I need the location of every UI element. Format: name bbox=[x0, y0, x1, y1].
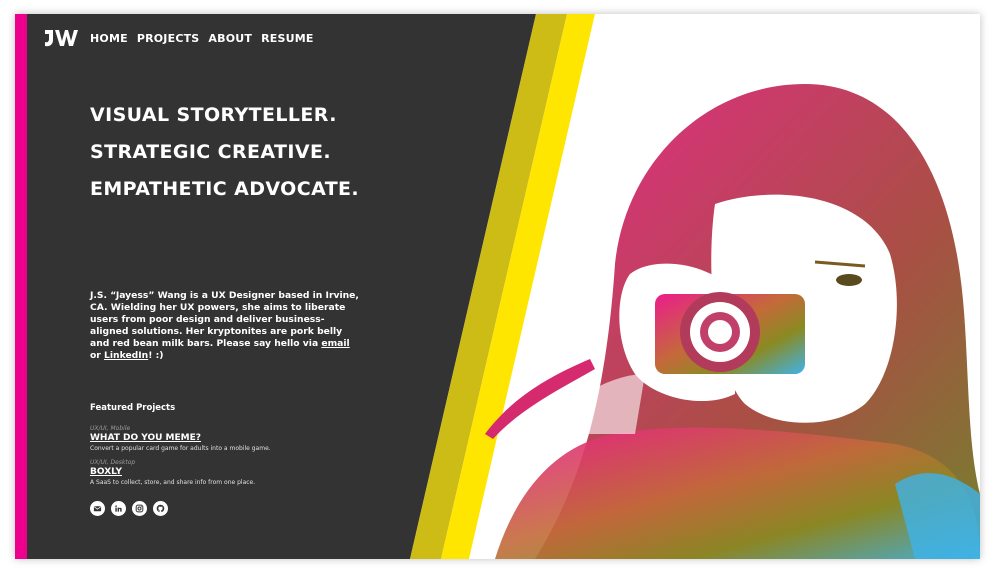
nav-home[interactable]: HOME bbox=[90, 32, 128, 45]
featured-title: Featured Projects bbox=[90, 403, 176, 413]
tagline-line-2: STRATEGIC CREATIVE. bbox=[90, 141, 331, 163]
bio-text: J.S. “Jayess” Wang is a UX Designer base… bbox=[90, 290, 359, 349]
email-icon[interactable] bbox=[90, 501, 105, 516]
social-links bbox=[90, 501, 174, 516]
featured-projects: Featured Projects UX/UI, Mobile WHAT DO … bbox=[90, 403, 370, 493]
bio-ending: ! :) bbox=[148, 350, 164, 361]
nav-about[interactable]: ABOUT bbox=[208, 32, 252, 45]
github-icon[interactable] bbox=[153, 501, 168, 516]
logo[interactable] bbox=[43, 28, 79, 48]
linkedin-link[interactable]: LinkedIn bbox=[104, 350, 148, 361]
tagline-line-1: VISUAL STORYTELLER. bbox=[90, 104, 337, 126]
project-description: Convert a popular card game for adults i… bbox=[90, 445, 271, 452]
project-link[interactable]: BOXLY bbox=[90, 467, 370, 478]
bio-paragraph: J.S. “Jayess” Wang is a UX Designer base… bbox=[90, 290, 360, 362]
page-frame: HOME PROJECTS ABOUT RESUME VISUAL STORYT… bbox=[15, 14, 980, 559]
project-item: UX/UI, Mobile WHAT DO YOU MEME? Convert … bbox=[90, 425, 370, 453]
hero-tagline: VISUAL STORYTELLER. STRATEGIC CREATIVE. … bbox=[90, 106, 359, 217]
tagline-line-3: EMPATHETIC ADVOCATE. bbox=[90, 178, 360, 200]
accent-bar bbox=[15, 14, 27, 559]
nav-projects[interactable]: PROJECTS bbox=[137, 32, 200, 45]
project-link[interactable]: WHAT DO YOU MEME? bbox=[90, 433, 370, 444]
linkedin-icon[interactable] bbox=[111, 501, 126, 516]
project-item: UX/UI, Desktop BOXLY A SaaS to collect, … bbox=[90, 459, 370, 487]
nav-resume[interactable]: RESUME bbox=[261, 32, 314, 45]
project-category: UX/UI, Mobile bbox=[90, 425, 131, 432]
top-nav: HOME PROJECTS ABOUT RESUME bbox=[43, 28, 323, 48]
project-description: A SaaS to collect, store, and share info… bbox=[90, 479, 256, 486]
instagram-icon[interactable] bbox=[132, 501, 147, 516]
bio-or: or bbox=[90, 350, 105, 361]
email-link[interactable]: email bbox=[321, 338, 349, 349]
project-category: UX/UI, Desktop bbox=[90, 459, 136, 466]
